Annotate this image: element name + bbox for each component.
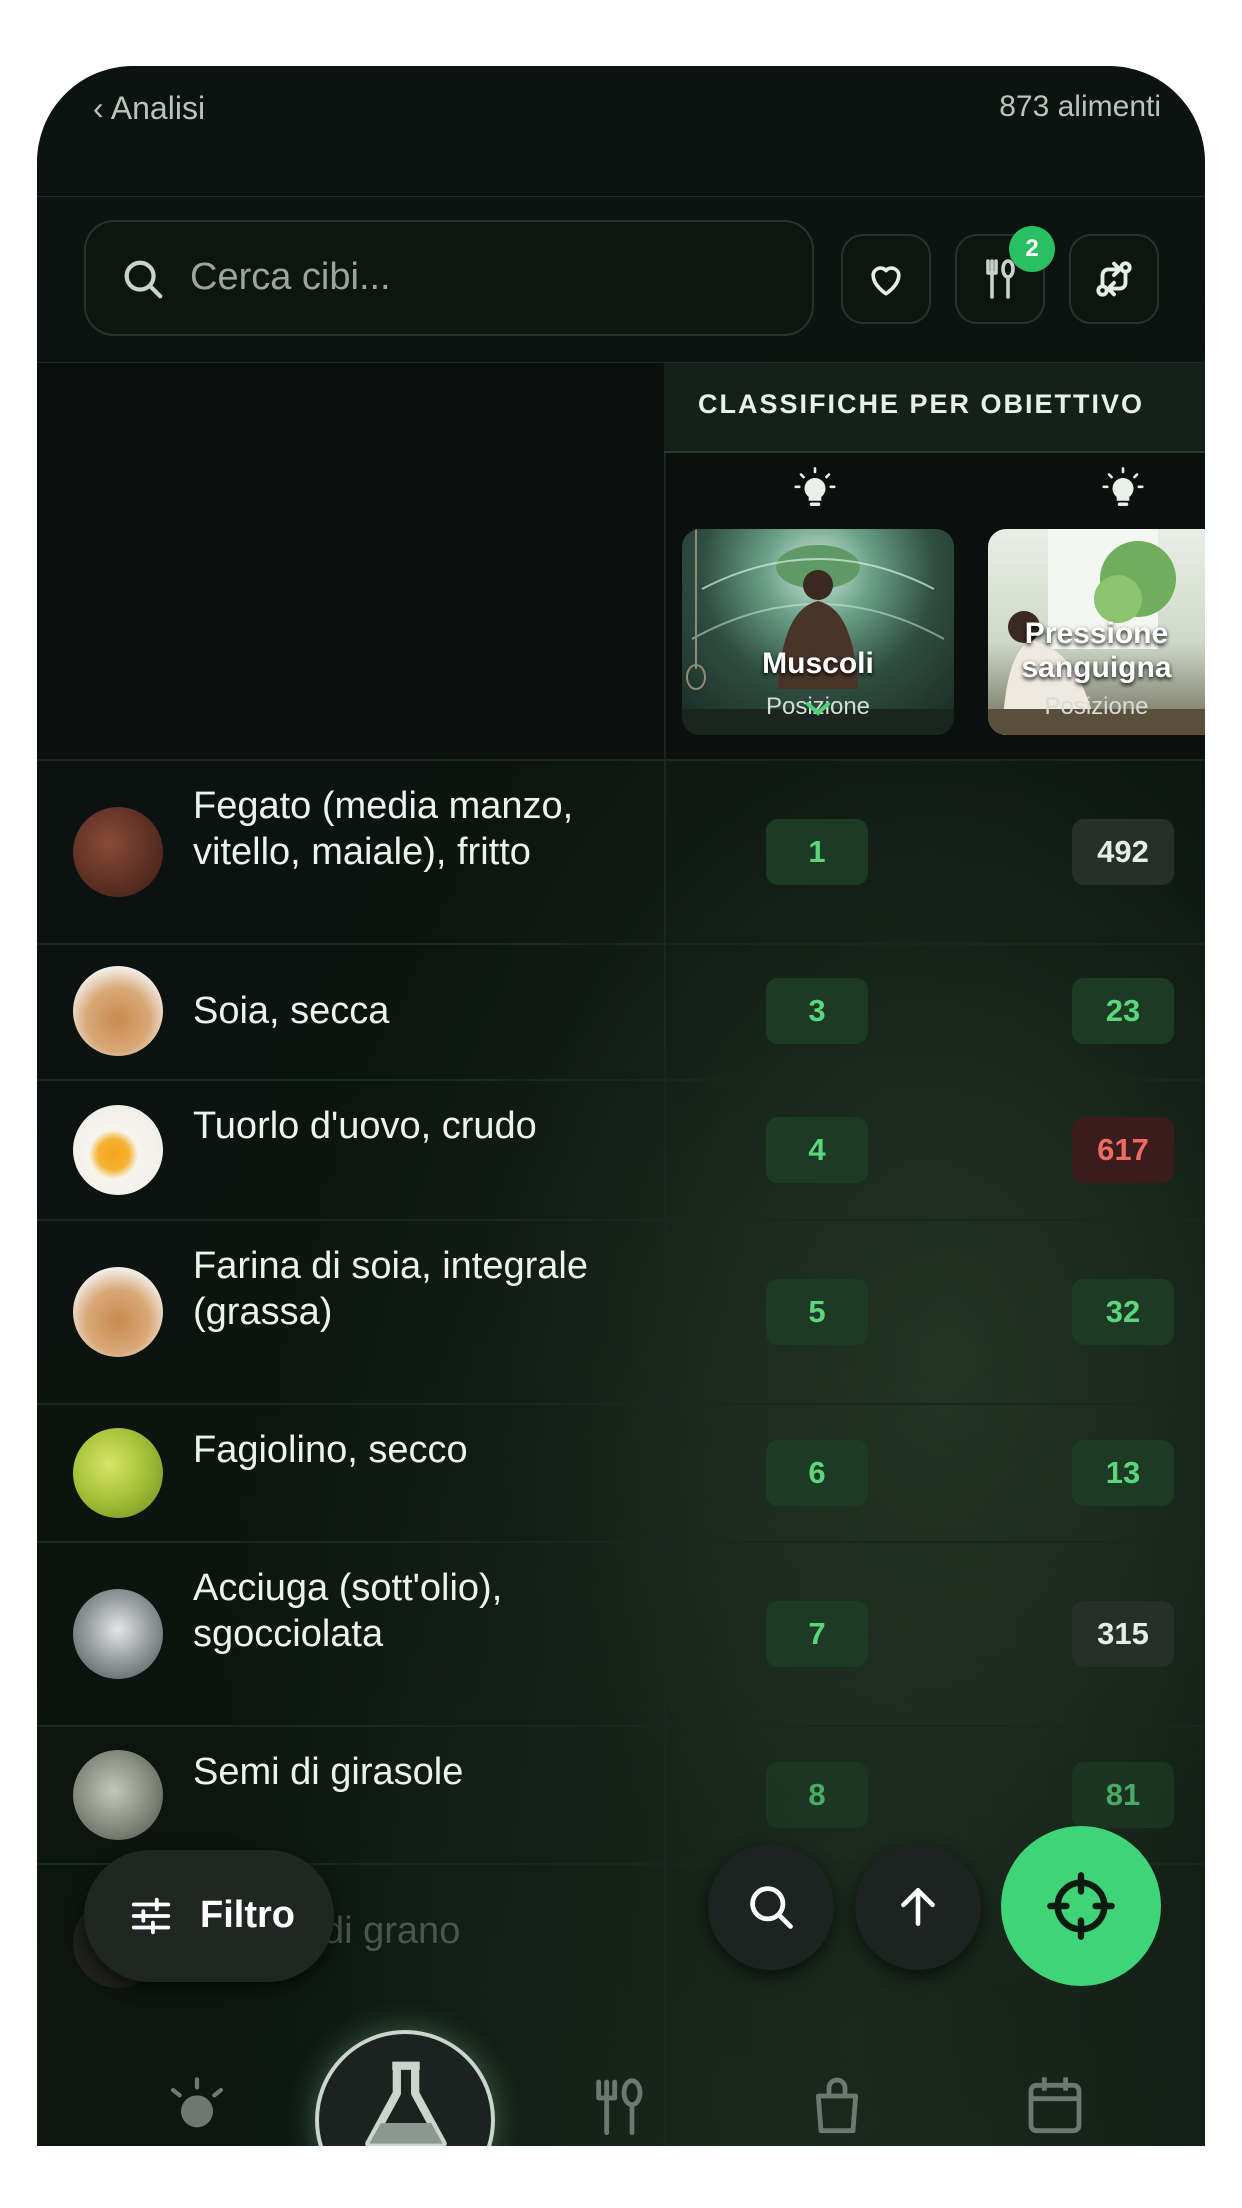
bp-rank: 492 xyxy=(1072,819,1174,885)
food-thumbnail xyxy=(73,1750,163,1840)
table-row[interactable]: Soia, secca 3 23 xyxy=(37,943,1205,1081)
food-name: Tuorlo d'uovo, crudo xyxy=(193,1105,537,1147)
food-thumbnail xyxy=(73,1428,163,1518)
crosshair-icon xyxy=(1047,1872,1115,1940)
goal-title: Muscoli xyxy=(762,647,874,680)
muscles-rank: 7 xyxy=(766,1601,868,1667)
bp-rank: 23 xyxy=(1072,978,1174,1044)
table-row[interactable]: Tuorlo d'uovo, crudo 4 617 xyxy=(37,1081,1205,1221)
goal-section-header: CLASSIFICHE PER OBIETTIVO xyxy=(664,363,1205,453)
food-name: Farina di soia, integrale (grassa) xyxy=(193,1245,588,1333)
food-count: 873 alimenti xyxy=(999,90,1161,123)
flask-icon xyxy=(365,2061,447,2146)
table-row[interactable]: Fegato (media manzo, vitello, maiale), f… xyxy=(37,759,1205,945)
heart-icon xyxy=(871,266,901,296)
bottom-nav xyxy=(37,2006,1205,2146)
sliders-icon xyxy=(131,1897,171,1935)
swap-icon xyxy=(1096,261,1132,297)
table-row[interactable]: Fagiolino, secco 6 13 xyxy=(37,1405,1205,1543)
goal-card-blood-pressure[interactable]: Pressione sanguigna Posizione xyxy=(988,529,1205,735)
bp-rank: 32 xyxy=(1072,1279,1174,1345)
target-fab[interactable] xyxy=(1001,1826,1161,1986)
table-row[interactable]: Acciuga (sott'olio), sgocciolata 7 315 xyxy=(37,1543,1205,1727)
food-thumbnail xyxy=(73,966,163,1056)
food-name: Fagiolino, secco xyxy=(193,1429,468,1471)
food-thumbnail xyxy=(73,807,163,897)
search-placeholder: Cerca cibi... xyxy=(190,256,391,298)
muscles-rank: 8 xyxy=(766,1762,868,1828)
compare-button[interactable] xyxy=(1069,234,1159,324)
food-thumbnail xyxy=(73,1589,163,1679)
chevron-down-icon xyxy=(806,702,830,716)
goal-title: Pressione sanguigna xyxy=(1021,617,1172,684)
filter-button[interactable]: Filtro xyxy=(84,1850,334,1982)
bp-rank: 81 xyxy=(1072,1762,1174,1828)
nav-shopping-icon[interactable] xyxy=(805,2072,869,2136)
meals-badge: 2 xyxy=(1009,226,1055,272)
bp-rank: 315 xyxy=(1072,1601,1174,1667)
muscles-rank: 3 xyxy=(766,978,868,1044)
app-screen: ‹ Analisi 873 alimenti Cerca cibi... 2 C… xyxy=(37,66,1205,2146)
nav-calendar-icon[interactable] xyxy=(1019,2072,1091,2136)
nav-insights-icon[interactable] xyxy=(165,2074,229,2138)
filter-label: Filtro xyxy=(200,1894,295,1936)
bp-rank: 13 xyxy=(1072,1440,1174,1506)
muscles-rank: 1 xyxy=(766,819,868,885)
back-button[interactable]: ‹ Analisi xyxy=(93,90,205,127)
goal-section-title: CLASSIFICHE PER OBIETTIVO xyxy=(698,389,1145,419)
search-icon xyxy=(750,1886,793,1929)
food-name: Acciuga (sott'olio), sgocciolata xyxy=(193,1567,503,1655)
arrow-up-icon xyxy=(901,1888,935,1926)
bulb-icon[interactable] xyxy=(794,467,836,517)
search-fab[interactable] xyxy=(708,1844,834,1970)
goal-card-muscles[interactable]: Muscoli Posizione xyxy=(682,529,954,735)
food-thumbnail xyxy=(73,1267,163,1357)
scroll-top-fab[interactable] xyxy=(855,1844,981,1970)
muscles-rank: 5 xyxy=(766,1279,868,1345)
goal-subtitle: Posizione xyxy=(1044,693,1149,720)
food-name: Soia, secca xyxy=(193,990,390,1032)
search-icon xyxy=(124,260,163,299)
muscles-rank: 6 xyxy=(766,1440,868,1506)
search-input[interactable]: Cerca cibi... xyxy=(84,220,814,336)
bulb-icon[interactable] xyxy=(1102,467,1144,517)
muscles-rank: 4 xyxy=(766,1117,868,1183)
top-bar: ‹ Analisi 873 alimenti xyxy=(37,66,1205,197)
food-name: di grano xyxy=(323,1910,461,1952)
food-name: Fegato (media manzo, vitello, maiale), f… xyxy=(193,785,574,873)
nav-food-icon[interactable] xyxy=(583,2074,657,2138)
food-name: Semi di girasole xyxy=(193,1751,464,1793)
food-thumbnail xyxy=(73,1105,163,1195)
table-row[interactable]: Farina di soia, integrale (grassa) 5 32 xyxy=(37,1221,1205,1405)
bp-rank: 617 xyxy=(1072,1117,1174,1183)
favorites-button[interactable] xyxy=(841,234,931,324)
